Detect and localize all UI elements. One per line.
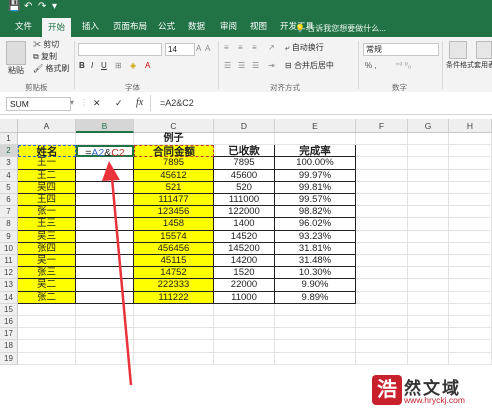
watermark-logo: 浩 — [372, 375, 402, 405]
annotation-arrow — [102, 161, 133, 386]
watermark-url: www.hryckj.com — [404, 395, 465, 405]
arrow-shaft — [110, 177, 133, 386]
arrow-head — [102, 161, 120, 181]
